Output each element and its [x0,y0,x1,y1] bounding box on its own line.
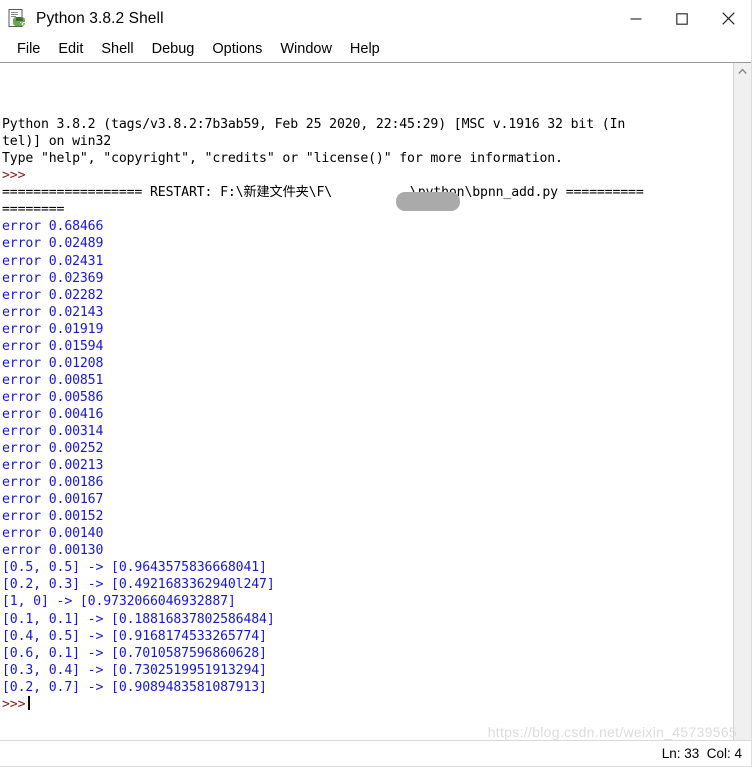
console-line: error 0.02489 [2,236,104,252]
console-line: error 0.01594 [2,338,104,354]
console-line: error 0.00130 [2,543,104,559]
menu-item-debug[interactable]: Debug [143,37,204,62]
menu-item-window[interactable]: Window [271,37,341,62]
menu-item-edit[interactable]: Edit [49,37,92,62]
window-title: Python 3.8.2 Shell [36,9,164,27]
console-line: ======== [2,202,65,218]
menu-item-file[interactable]: File [8,37,49,62]
menu-item-help[interactable]: Help [341,37,389,62]
status-bar: Ln: 33 Col: 4 [0,740,751,766]
console-line: error 0.00167 [2,492,104,508]
console-line: Type "help", "copyright", "credits" or "… [2,151,563,167]
console-line: error 0.02369 [2,270,104,286]
console-line: error 0.00213 [2,458,104,474]
console-line: [0.5, 0.5] -> [0.9643575836668041] [2,560,267,576]
console-line: error 0.00851 [2,372,104,388]
console-line: [0.2, 0.3] -> [0.4921683362940l247] [2,577,275,593]
vertical-scrollbar[interactable] [733,63,751,766]
console-line: error 0.00416 [2,406,104,422]
console-line: [0.1, 0.1] -> [0.18816837802586484] [2,611,275,627]
python-idle-icon [7,8,29,30]
console-line: error 0.00252 [2,441,104,457]
menu-bar: File Edit Shell Debug Options Window Hel… [0,37,751,62]
console-line: error 0.00186 [2,475,104,491]
menu-item-shell[interactable]: Shell [92,37,142,62]
idle-shell-window: Python 3.8.2 Shell File Edit Shell Debug… [0,0,752,767]
console-line: error 0.02282 [2,287,104,303]
console-line: error 0.01208 [2,355,104,371]
console-line: error 0.00314 [2,423,104,439]
console-line: Python 3.8.2 (tags/v3.8.2:7b3ab59, Feb 2… [2,117,626,133]
window-controls [613,0,751,37]
console-line: error 0.68466 [2,219,104,235]
console-line: [0.4, 0.5] -> [0.9168174533265774] [2,628,267,644]
console-line: ================== RESTART: F:\新建文件夹\F\ … [2,185,644,201]
console-line: error 0.00152 [2,509,104,525]
console-line: [0.6, 0.1] -> [0.7010587596860628] [2,645,267,661]
close-button[interactable] [705,0,751,37]
console-prompt-line[interactable]: >>> [2,695,733,713]
menu-item-options[interactable]: Options [203,37,271,62]
console-line: error 0.02431 [2,253,104,269]
console-line: error 0.00586 [2,389,104,405]
console-line: error 0.01919 [2,321,104,337]
shell-output-area: Python 3.8.2 (tags/v3.8.2:7b3ab59, Feb 2… [0,62,751,766]
console-line: tel)] on win32 [2,134,112,150]
shell-text[interactable]: Python 3.8.2 (tags/v3.8.2:7b3ab59, Feb 2… [0,63,733,766]
console-line: [0.3, 0.4] -> [0.7302519951913294] [2,662,267,678]
prompt-text: >>> [2,696,26,712]
title-bar: Python 3.8.2 Shell [0,0,751,37]
redacted-path-box [396,192,460,211]
minimize-button[interactable] [613,0,659,37]
maximize-button[interactable] [659,0,705,37]
console-line: [0.2, 0.7] -> [0.9089483581087913] [2,679,267,695]
console-line: [1, 0] -> [0.9732066046932887] [2,594,236,610]
text-caret [28,695,31,710]
console-line: error 0.00140 [2,526,104,542]
cursor-position: Ln: 33 Col: 4 [661,746,742,761]
console-line: >>> [2,168,26,184]
console-line: error 0.02143 [2,304,104,320]
scroll-up-arrow[interactable] [734,63,751,80]
